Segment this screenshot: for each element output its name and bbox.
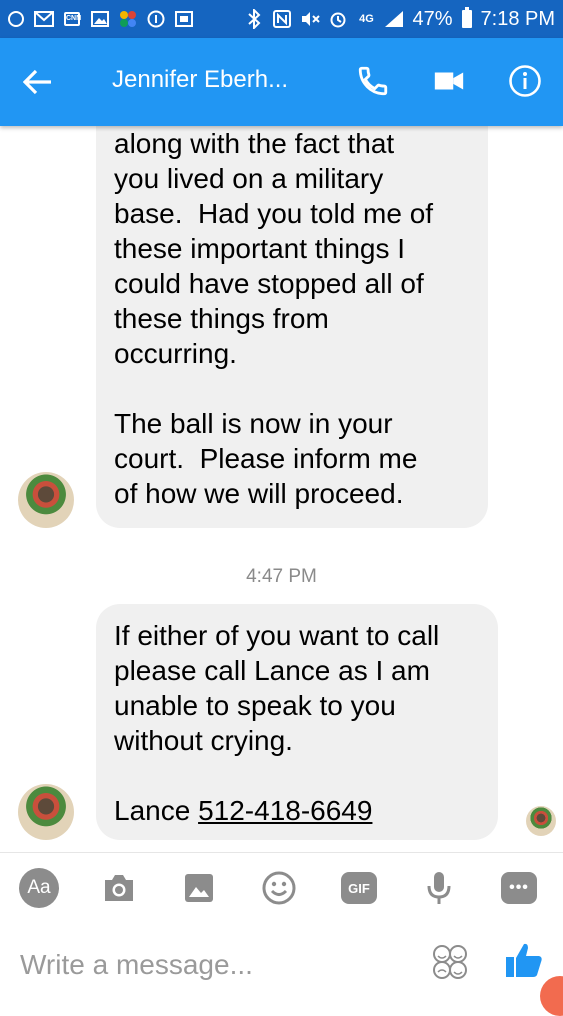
vpn-icon — [146, 9, 166, 29]
status-bar: CNN 4G 47% 7:18 PM — [0, 0, 563, 38]
circle-icon — [6, 9, 26, 29]
battery-percent: 47% — [412, 7, 453, 30]
text-format-button[interactable]: Aa — [18, 867, 60, 909]
message-bubble[interactable]: along with the fact that you lived on a … — [96, 126, 488, 528]
video-call-button[interactable] — [432, 64, 472, 100]
emoji-button[interactable] — [258, 867, 300, 909]
info-button[interactable] — [508, 64, 544, 100]
thumbs-up-icon — [506, 943, 542, 977]
read-receipt-avatar — [526, 806, 556, 836]
back-arrow-icon — [23, 69, 51, 95]
like-button[interactable] — [504, 940, 546, 982]
gmail-icon — [34, 9, 54, 29]
message-text: along with the fact that you lived on a … — [114, 128, 434, 509]
phone-icon — [358, 66, 388, 96]
more-icon: ••• — [501, 872, 537, 904]
video-camera-icon — [434, 72, 464, 90]
gif-icon: GIF — [341, 872, 377, 904]
battery-icon — [461, 7, 473, 29]
nfc-icon — [272, 9, 292, 29]
text-format-icon: Aa — [19, 868, 59, 908]
emoji-icon — [262, 871, 296, 905]
stickers-icon — [433, 945, 467, 979]
conversation-header: Jennifer Eberh... — [0, 38, 563, 126]
signal-icon — [384, 9, 404, 29]
phone-link[interactable]: 512-418-6649 — [198, 795, 372, 826]
message-signature: Lance — [114, 795, 191, 826]
message-thread[interactable]: along with the fact that you lived on a … — [0, 126, 563, 852]
back-button[interactable] — [20, 64, 56, 100]
message-timestamp: 4:47 PM — [246, 566, 317, 587]
cnn-icon: CNN — [62, 9, 82, 29]
message-input-bar — [0, 924, 563, 1000]
bluetooth-icon — [244, 9, 264, 29]
contact-avatar[interactable] — [18, 784, 74, 840]
contact-name[interactable]: Jennifer Eberh... — [112, 66, 288, 94]
camera-icon — [105, 875, 133, 901]
contact-avatar[interactable] — [18, 472, 74, 528]
image-icon — [90, 9, 110, 29]
system-icons: 4G 47% 7:18 PM — [244, 7, 555, 31]
stickers-button[interactable] — [432, 944, 468, 980]
lte-icon: 4G — [359, 13, 374, 25]
info-icon — [509, 65, 541, 97]
message-bubble[interactable]: If either of you want to call please cal… — [96, 604, 498, 840]
composer-toolbar: Aa GIF ••• — [0, 852, 563, 925]
pinwheel-icon — [118, 9, 138, 29]
gallery-icon — [185, 874, 213, 902]
alarm-icon — [328, 9, 348, 29]
more-button[interactable]: ••• — [498, 867, 540, 909]
gallery-button[interactable] — [178, 867, 220, 909]
message-text: If either of you want to call please cal… — [114, 620, 440, 756]
notification-icons: CNN — [6, 9, 244, 29]
message-signature-line: Lance 512-418-6649 — [114, 793, 480, 828]
message-input[interactable] — [18, 942, 412, 988]
mute-icon — [300, 9, 321, 29]
photo-icon — [174, 9, 194, 29]
microphone-icon — [427, 872, 451, 904]
clock: 7:18 PM — [480, 7, 555, 30]
microphone-button[interactable] — [418, 867, 460, 909]
gif-button[interactable]: GIF — [338, 867, 380, 909]
voice-call-button[interactable] — [356, 64, 392, 100]
camera-button[interactable] — [98, 867, 140, 909]
